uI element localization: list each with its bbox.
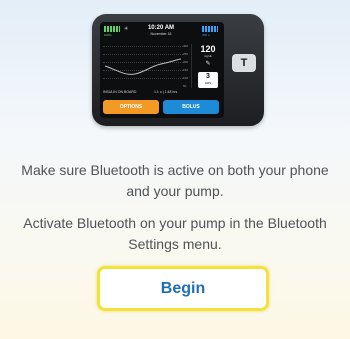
pump-bolus-button: BOLUS bbox=[163, 100, 219, 114]
options-label: OPTIONS bbox=[119, 104, 143, 110]
cgm-graph: 400 250 200 150 100 50 bbox=[103, 44, 192, 88]
pump-date: November 16 bbox=[150, 32, 172, 36]
battery-label: 100% bbox=[104, 33, 112, 37]
graph-tick: 250 bbox=[183, 52, 189, 56]
units-value: 3 bbox=[206, 73, 210, 80]
graph-tick: 400 bbox=[183, 44, 189, 48]
units-label: HRS bbox=[204, 81, 212, 85]
pump-side-panel: 120 mg/dL ✎ 3 HRS bbox=[194, 44, 222, 88]
bluetooth-icon: ✳ bbox=[124, 26, 129, 32]
graph-tick: 100 bbox=[183, 76, 189, 80]
bolus-label: BOLUS bbox=[182, 104, 200, 110]
pencil-icon: ✎ bbox=[205, 61, 211, 67]
insulin-level-label: 300 u bbox=[202, 33, 210, 37]
cgm-trend-line bbox=[104, 58, 182, 75]
pump-time: 10:20 AM bbox=[147, 25, 175, 31]
pump-options-button: OPTIONS bbox=[103, 100, 159, 114]
iob-value: 1.1 u | 1:48 hrs bbox=[154, 90, 178, 94]
iob-label: INSULIN ON BOARD bbox=[103, 90, 137, 94]
pump-t-button: T bbox=[232, 54, 256, 72]
bluetooth-settings-text: Activate Bluetooth on your pump in the B… bbox=[23, 215, 327, 252]
graph-tick: 50 bbox=[183, 84, 187, 88]
graph-tick: 200 bbox=[183, 60, 189, 64]
pump-status-bar: 100% ✳ 10:20 AM November 16 300 u bbox=[100, 24, 224, 40]
insulin-level-icon bbox=[202, 26, 218, 32]
battery-icon bbox=[104, 26, 120, 32]
bg-value: 120 bbox=[200, 44, 216, 54]
bg-unit: mg/dL bbox=[203, 54, 213, 58]
units-box: 3 HRS bbox=[198, 72, 218, 88]
bluetooth-instruction-text: Make sure Bluetooth is active on both yo… bbox=[21, 162, 329, 199]
graph-tick: 150 bbox=[183, 68, 189, 72]
begin-button[interactable]: Begin bbox=[97, 266, 269, 311]
pump-screen: 100% ✳ 10:20 AM November 16 300 u 400 25… bbox=[100, 22, 224, 118]
pump-illustration: 100% ✳ 10:20 AM November 16 300 u 400 25… bbox=[92, 14, 264, 126]
bluetooth-setup-card: 100% ✳ 10:20 AM November 16 300 u 400 25… bbox=[0, 0, 350, 339]
